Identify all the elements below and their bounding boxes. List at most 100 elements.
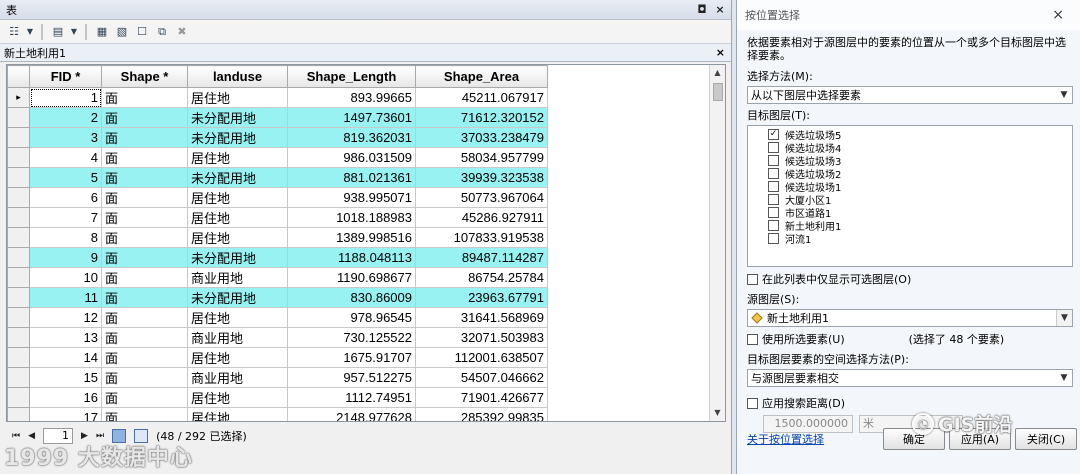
row-selector[interactable] (7, 107, 30, 128)
table-row[interactable]: 7 面居住地 1018.188983 45286.927911 (7, 207, 548, 228)
cell-shape[interactable]: 面 (101, 187, 188, 208)
cell-shape-area[interactable]: 37033.238479 (415, 127, 548, 148)
chevron-down-icon[interactable]: ▼ (70, 24, 78, 40)
cell-shape[interactable]: 面 (101, 87, 188, 108)
cell-landuse[interactable]: 商业用地 (187, 267, 288, 288)
current-row-marker-icon[interactable]: ▸ (7, 87, 30, 108)
row-selector[interactable] (7, 347, 30, 368)
cell-shape-area[interactable]: 45211.067917 (415, 87, 548, 108)
row-selector[interactable] (7, 267, 30, 288)
checkbox[interactable] (768, 194, 779, 205)
checkbox[interactable] (768, 207, 779, 218)
row-selector[interactable] (7, 367, 30, 388)
cell-landuse[interactable]: 商业用地 (187, 367, 288, 388)
cell-shape-area[interactable]: 58034.957799 (415, 147, 548, 168)
cell-shape[interactable]: 面 (101, 327, 188, 348)
only-selectable-option[interactable]: 在此列表中仅显示可选图层(O) (747, 271, 1073, 287)
cell-landuse[interactable]: 居住地 (187, 187, 288, 208)
row-selector[interactable] (7, 187, 30, 208)
row-selector[interactable] (7, 127, 30, 148)
help-link[interactable]: 关于按位置选择 (747, 431, 824, 447)
cell-shape-area[interactable]: 107833.919538 (415, 227, 548, 248)
cell-shape-length[interactable]: 830.86009 (287, 287, 416, 308)
cell-landuse[interactable]: 未分配用地 (187, 287, 288, 308)
cell-fid[interactable]: 16 (29, 387, 102, 408)
row-selector[interactable] (7, 287, 30, 308)
cell-shape[interactable]: 面 (101, 127, 188, 148)
checked-checkbox-icon[interactable]: ✓ (768, 129, 779, 140)
cell-fid[interactable]: 2 (29, 107, 102, 128)
cell-shape[interactable]: 面 (101, 367, 188, 388)
cell-shape[interactable]: 面 (101, 387, 188, 408)
table-row[interactable]: 15 面商业用地 957.512275 54507.046662 (7, 367, 548, 388)
table-row[interactable]: 5 面未分配用地 881.021361 39939.323538 (7, 167, 548, 188)
close-icon[interactable]: × (1052, 7, 1064, 23)
column-header-shape-area[interactable]: Shape_Area (415, 65, 548, 88)
cell-shape[interactable]: 面 (101, 107, 188, 128)
column-header-landuse[interactable]: landuse (187, 65, 288, 88)
table-row[interactable]: 17 面居住地 2148.977628 285392.99835 (7, 407, 548, 421)
scroll-down-icon[interactable]: ▼ (710, 405, 725, 421)
cell-landuse[interactable]: 居住地 (187, 147, 288, 168)
cell-shape-length[interactable]: 1188.048113 (287, 247, 416, 268)
table-tab[interactable]: 新土地利用1 × (0, 44, 731, 62)
row-selector-header[interactable] (7, 65, 30, 88)
cell-landuse[interactable]: 居住地 (187, 87, 288, 108)
close-window-icon[interactable]: × (713, 3, 727, 17)
table-row[interactable]: 2 面未分配用地 1497.73601 71612.320152 (7, 107, 548, 128)
cell-fid[interactable]: 8 (29, 227, 102, 248)
cell-shape[interactable]: 面 (101, 147, 188, 168)
cell-landuse[interactable]: 居住地 (187, 387, 288, 408)
cell-shape[interactable]: 面 (101, 207, 188, 228)
cell-shape-area[interactable]: 50773.967064 (415, 187, 548, 208)
cell-landuse[interactable]: 未分配用地 (187, 107, 288, 128)
cell-fid[interactable]: 7 (29, 207, 102, 228)
cell-landuse[interactable]: 未分配用地 (187, 247, 288, 268)
cell-shape-area[interactable]: 39939.323538 (415, 167, 548, 188)
related-tables-icon[interactable]: ▤ (50, 24, 66, 40)
table-row[interactable]: 6 面居住地 938.995071 50773.967064 (7, 187, 548, 208)
cell-landuse[interactable]: 未分配用地 (187, 167, 288, 188)
cell-shape-area[interactable]: 285392.99835 (415, 407, 548, 421)
cell-fid[interactable]: 1 (29, 87, 102, 108)
table-row[interactable]: 9 面未分配用地 1188.048113 89487.114287 (7, 247, 548, 268)
cell-shape-length[interactable]: 1675.91707 (287, 347, 416, 368)
cell-shape-length[interactable]: 819.362031 (287, 127, 416, 148)
cell-fid[interactable]: 6 (29, 187, 102, 208)
target-layer-item[interactable]: 河流1 (768, 232, 1072, 246)
cell-shape-area[interactable]: 71612.320152 (415, 107, 548, 128)
cell-fid[interactable]: 3 (29, 127, 102, 148)
row-selector[interactable] (7, 147, 30, 168)
cell-shape-area[interactable]: 89487.114287 (415, 247, 548, 268)
cell-shape-length[interactable]: 957.512275 (287, 367, 416, 388)
table-row[interactable]: 12 面居住地 978.96545 31641.568969 (7, 307, 548, 328)
cell-landuse[interactable]: 未分配用地 (187, 127, 288, 148)
column-header-shape[interactable]: Shape * (101, 65, 188, 88)
select-by-attributes-icon[interactable]: ▦ (94, 24, 110, 40)
column-header-shape-length[interactable]: Shape_Length (287, 65, 416, 88)
use-selected-checkbox[interactable] (747, 333, 758, 345)
cell-shape-area[interactable]: 23963.67791 (415, 287, 548, 308)
row-selector[interactable] (7, 407, 30, 421)
scroll-up-icon[interactable]: ▲ (710, 65, 725, 81)
cell-shape[interactable]: 面 (101, 287, 188, 308)
cell-shape[interactable]: 面 (101, 167, 188, 188)
cell-shape-length[interactable]: 1190.698677 (287, 267, 416, 288)
cell-shape-length[interactable]: 1497.73601 (287, 107, 416, 128)
cell-fid[interactable]: 13 (29, 327, 102, 348)
checkbox[interactable] (768, 181, 779, 192)
cell-shape-length[interactable]: 986.031509 (287, 147, 416, 168)
cell-fid[interactable]: 14 (29, 347, 102, 368)
table-row[interactable]: 3 面未分配用地 819.362031 37033.238479 (7, 127, 548, 148)
table-options-icon[interactable]: ☷ (6, 24, 22, 40)
cell-shape[interactable]: 面 (101, 227, 188, 248)
cell-fid[interactable]: 12 (29, 307, 102, 328)
use-selected-option[interactable]: 使用所选要素(U) (选择了 48 个要素) (747, 331, 1073, 347)
cell-shape-length[interactable]: 2148.977628 (287, 407, 416, 421)
cell-landuse[interactable]: 居住地 (187, 347, 288, 368)
target-layer-item[interactable]: 新土地利用1 (768, 219, 1072, 233)
table-row[interactable]: 10 面商业用地 1190.698677 86754.25784 (7, 267, 548, 288)
cell-shape-length[interactable]: 893.99665 (287, 87, 416, 108)
cell-shape-area[interactable]: 86754.25784 (415, 267, 548, 288)
close-button[interactable]: 关闭(C) (1015, 428, 1077, 450)
